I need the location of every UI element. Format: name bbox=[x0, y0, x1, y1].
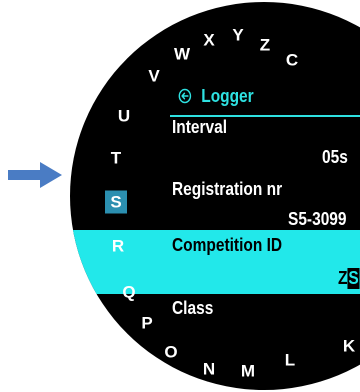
ring-letter-s-selected[interactable]: S bbox=[105, 190, 127, 214]
menu-item-competition-label[interactable]: Competition ID bbox=[172, 235, 282, 256]
back-circle-arrow-icon[interactable] bbox=[178, 88, 192, 104]
ring-letter-k[interactable]: K bbox=[338, 338, 360, 355]
text-cursor[interactable]: S bbox=[347, 268, 360, 289]
ring-letter-y[interactable]: Y bbox=[227, 27, 249, 44]
ring-letter-n[interactable]: N bbox=[198, 361, 220, 378]
ring-letter-m[interactable]: M bbox=[237, 363, 259, 380]
ring-letter-v[interactable]: V bbox=[143, 68, 165, 85]
menu-item-class-label[interactable]: Class bbox=[172, 298, 213, 319]
watch-face: W X Y Z C V U T S R Q P O N M L K Logger… bbox=[70, 2, 360, 390]
ring-letter-o[interactable]: O bbox=[160, 344, 182, 361]
menu-item-registration-label[interactable]: Registration nr bbox=[172, 179, 282, 200]
menu-title: Logger bbox=[201, 86, 254, 106]
pointer-arrow-icon bbox=[8, 162, 62, 188]
ring-letter-x[interactable]: X bbox=[198, 32, 220, 49]
menu-item-interval-value: 05s bbox=[322, 147, 348, 167]
ring-letter-u[interactable]: U bbox=[113, 108, 135, 125]
ring-letter-w[interactable]: W bbox=[171, 46, 193, 63]
ring-letter-p[interactable]: P bbox=[136, 315, 158, 332]
competition-value-text: Z bbox=[338, 268, 348, 288]
menu-item-competition-value[interactable]: ZS bbox=[338, 268, 360, 289]
ring-letter-t[interactable]: T bbox=[105, 150, 127, 167]
menu-item-interval-label[interactable]: Interval bbox=[172, 117, 227, 138]
ring-letter-r[interactable]: R bbox=[107, 238, 129, 255]
ring-letter-q[interactable]: Q bbox=[118, 284, 140, 301]
ring-letter-c[interactable]: C bbox=[281, 52, 303, 69]
ring-letter-l[interactable]: L bbox=[279, 352, 301, 369]
menu-item-registration-value: S5-3099 bbox=[288, 209, 347, 229]
menu-title-row[interactable]: Logger bbox=[178, 86, 254, 107]
screenshot-stage: W X Y Z C V U T S R Q P O N M L K Logger… bbox=[0, 0, 360, 392]
ring-letter-z[interactable]: Z bbox=[254, 37, 276, 54]
